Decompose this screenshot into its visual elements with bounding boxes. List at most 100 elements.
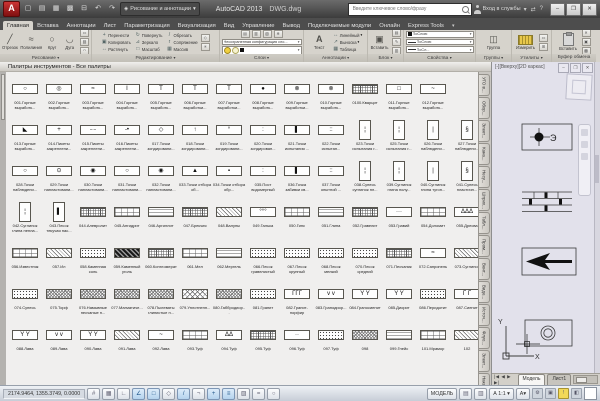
workspace-dropdown[interactable]: ◈ Рисование и аннотации ▾ (120, 2, 200, 16)
canvas-scrollbar[interactable] (594, 62, 600, 373)
search-icon[interactable] (462, 6, 469, 13)
palette-tool[interactable]: Y Y084.Граносиенит (348, 282, 382, 321)
measure-button[interactable]: Измерить (515, 35, 536, 50)
palette-tool[interactable]: 051.Глина (314, 200, 348, 239)
palette-tool[interactable]: I004.Горные выработк... (110, 77, 144, 116)
palette-tab[interactable]: Элект... (479, 350, 490, 372)
cut-icon[interactable]: ✕ (582, 30, 591, 37)
palette-tab[interactable]: Табл... (479, 212, 490, 234)
palette-tool[interactable]: ::037.Точки опытной ... (314, 159, 348, 198)
status-toggle[interactable]: = (252, 388, 265, 400)
layout-nav-arrows[interactable]: |◀ ◀ ▶ ▶| (494, 374, 516, 386)
panel-label-layers[interactable]: Слои ▾ (220, 54, 303, 62)
ribbon-tab[interactable]: Управление (238, 21, 278, 30)
ribbon-tab[interactable]: Подключаемые модули (304, 21, 375, 30)
palette-tab[interactable]: УГО в... (479, 74, 490, 96)
layer-state-icon[interactable]: ▥ (252, 30, 261, 38)
search-input[interactable] (351, 5, 462, 13)
ribbon-state-icon[interactable]: ▾ (448, 21, 459, 30)
ribbon-tab[interactable]: Онлайн (375, 21, 404, 30)
palette-tool[interactable]: ··096.Туф (280, 323, 314, 362)
palette-tool[interactable]: ◇017.Точки зондировани... (144, 118, 178, 157)
status-toggle[interactable]: ≡ (222, 388, 235, 400)
palette-tool[interactable]: ¦042.Суглинок глина непла... (8, 200, 42, 239)
palette-tool[interactable]: 075.Торф (42, 282, 76, 321)
exchange-apps-icon[interactable]: ⇄ (530, 6, 537, 13)
qat-button[interactable]: ↷ (106, 3, 118, 15)
canvas-scrollbar-thumb[interactable] (595, 155, 599, 183)
palette-tool[interactable]: ≈003.Горные выработк... (76, 77, 110, 116)
viewcube[interactable] (565, 73, 592, 100)
quick-view-layouts-icon[interactable]: ▤ (459, 388, 472, 400)
group-button[interactable]: ◫Группа (483, 34, 504, 50)
status-toggle[interactable]: ∟ (117, 388, 130, 400)
palette-tool[interactable]: ○031.Точки напластовани... (110, 159, 144, 198)
status-toggle[interactable]: ∠ (132, 388, 145, 400)
ribbon-tab[interactable]: Вывод (278, 21, 304, 30)
autocad-logo-menu[interactable]: A (3, 1, 20, 17)
ribbon-tab[interactable]: Главная (3, 21, 33, 30)
drawing-canvas[interactable]: [-][Вверху][2D каркас] ‒❐✕ Э (492, 62, 600, 385)
palette-tool[interactable]: §027.Точки наблюдени... (450, 118, 478, 157)
palette-tool[interactable]: 099.Гнейс (382, 323, 416, 362)
palette-tool[interactable]: ···053.Гравий (382, 200, 416, 239)
palette-tool[interactable]: 066.Песок гравелистый (246, 241, 280, 280)
palette-tool[interactable]: ГГГ082.Гранит-порфир (280, 282, 314, 321)
status-toggle[interactable]: ◇ (162, 388, 175, 400)
panel-label-annotation[interactable]: Аннотации ▾ (304, 54, 367, 62)
workspace-switch-icon[interactable]: ⚙ (532, 388, 543, 399)
palette-tool[interactable]: 044.Алевролит (76, 200, 110, 239)
palette-scrollbar[interactable] (0, 72, 6, 385)
palette-tool[interactable]: ⊗009.Горные выработки... (280, 77, 314, 116)
array-button[interactable]: ▦Массив (166, 46, 197, 52)
palette-tool[interactable]: v v083.Гранодиор... (314, 282, 348, 321)
dimension-button[interactable]: ↔Линейный▾ (333, 32, 363, 38)
palette-tab[interactable]: Вент... (479, 258, 490, 280)
palette-tool[interactable]: 056.Известняк (8, 241, 42, 280)
status-toggle[interactable]: ▨ (237, 388, 250, 400)
palette-tool[interactable]: 078.Пылеваты глинистые п... (144, 282, 178, 321)
palette-tab[interactable]: Несу... (479, 166, 490, 188)
palette-tool[interactable]: 058.Каменная соль (76, 241, 110, 280)
layer-isolate-icon[interactable]: ▧ (263, 30, 272, 38)
palette-tool[interactable]: Г Г087.Сиенит (450, 282, 478, 321)
palette-tool[interactable]: ↑018.Точки зондировани... (178, 118, 212, 157)
quick-view-drawings-icon[interactable]: ▥ (474, 388, 487, 400)
explode-tool-icon[interactable]: ✳ (201, 43, 210, 51)
rectangle-tool-icon[interactable]: ▭ (80, 30, 89, 37)
palette-tool[interactable]: ◎002.Горные выработк... (42, 77, 76, 116)
panel-label-properties[interactable]: Свойства ▾ (404, 54, 475, 62)
palette-tool[interactable]: 101.Мрамор (416, 323, 450, 362)
palette-tool[interactable]: ◉032.Точки напластовани... (144, 159, 178, 198)
palette-tool[interactable]: 047.Брекчия (178, 200, 212, 239)
qat-button[interactable]: ⊟ (78, 3, 90, 15)
ribbon-tab[interactable]: Аннотации (63, 21, 100, 30)
chevron-down-icon[interactable]: ▾ (523, 6, 528, 13)
attribute-icon[interactable]: ▥ (392, 47, 401, 54)
palette-tool[interactable]: ~092.Лава (144, 323, 178, 362)
ribbon-tab[interactable]: Параметризация (120, 21, 174, 30)
ellipse-tool-icon[interactable]: ◠ (80, 47, 89, 54)
palette-tool[interactable]: 093.Туф (178, 323, 212, 362)
palette-tool[interactable]: ◉030.Точки напластовани... (76, 159, 110, 198)
palette-tab[interactable]: Пром... (479, 235, 490, 257)
palette-tool[interactable]: 057.Ил (42, 241, 76, 280)
palette-tab[interactable]: Обор... (479, 97, 490, 119)
palette-tool[interactable]: 071.Песчаник (382, 241, 416, 280)
copy-button[interactable]: ▣Копировать (101, 39, 131, 45)
lineweight-dropdown[interactable]: ПоСлою▾ (406, 39, 474, 46)
palette-tool[interactable]: 097.Туф (314, 323, 348, 362)
coordinates-readout[interactable]: 2174.9464, 1355.3749, 0.0000 (3, 389, 85, 399)
palette-tool[interactable]: +014.Пикеты закреплени... (42, 118, 76, 157)
palette-tool[interactable]: 079.Уплотненн... (178, 282, 212, 321)
palette-tool[interactable]: 068.Песок мелкий (314, 241, 348, 280)
palette-tool[interactable]: ▌043.Песок текучая нас... (42, 200, 76, 239)
palette-tool[interactable]: °°°049.Галька (246, 200, 280, 239)
palette-tool[interactable]: ○001.Горные выработк... (8, 77, 42, 116)
insert-block-button[interactable]: ▣Вставить (370, 34, 389, 50)
document-window-button[interactable]: ✕ (582, 63, 593, 73)
linetype-dropdown[interactable]: ПоСл...▾ (406, 46, 474, 53)
status-toggle[interactable]: ▦ (102, 388, 115, 400)
layout-tab[interactable]: Модель (518, 374, 546, 385)
palette-tool[interactable]: v v089.Лава (42, 323, 76, 362)
